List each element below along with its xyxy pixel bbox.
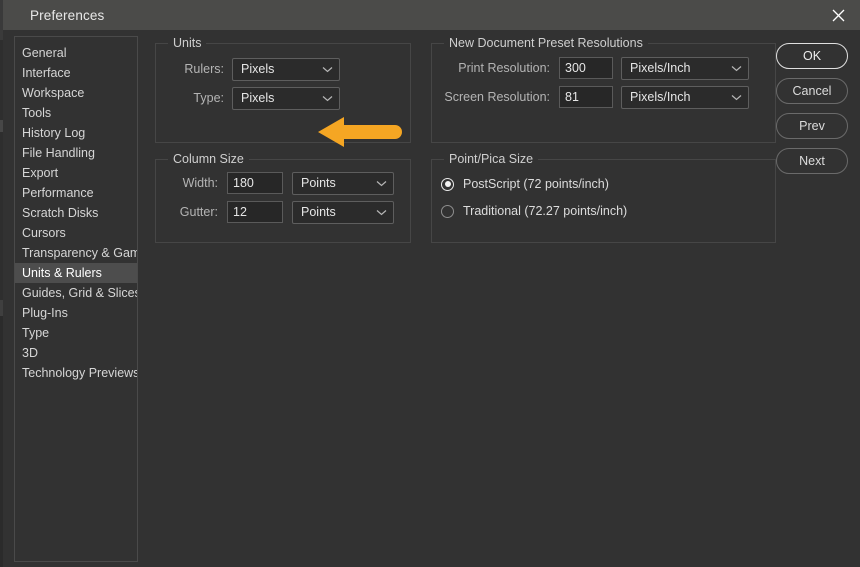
print-resolution-row: Print Resolution: Pixels/Inch [442, 56, 749, 80]
sidebar-item-transparency-gamut[interactable]: Transparency & Gamut [15, 243, 137, 263]
rulers-label: Rulers: [184, 62, 224, 76]
screen-resolution-unit-value: Pixels/Inch [630, 90, 691, 104]
chevron-down-icon [322, 91, 333, 105]
dialog-title: Preferences [30, 7, 105, 23]
column-width-label: Width: [182, 176, 218, 190]
radio-selected-icon [441, 177, 454, 191]
point-pica-size-panel: Point/Pica Size PostScript (72 points/in… [431, 152, 776, 243]
column-width-unit-dropdown[interactable]: Points [292, 171, 394, 195]
sidebar-item-label: Workspace [22, 86, 85, 100]
dialog-body: General Interface Workspace Tools Histor… [3, 30, 860, 567]
column-gutter-unit-dropdown[interactable]: Points [292, 200, 394, 224]
sidebar-item-general[interactable]: General [15, 43, 137, 63]
column-gutter-row: Gutter: Points [164, 200, 394, 224]
print-resolution-unit-value: Pixels/Inch [630, 61, 691, 75]
sidebar-item-label: General [22, 46, 67, 60]
chevron-down-icon [322, 62, 333, 76]
units-panel-legend: Units [168, 36, 207, 50]
column-width-unit-value: Points [301, 176, 336, 190]
sidebar-item-label: Units & Rulers [22, 266, 102, 280]
prev-button[interactable]: Prev [776, 113, 848, 139]
units-panel: Units Rulers: Pixels Type: Pixels [155, 36, 411, 143]
sidebar-item-guides-grid-slices[interactable]: Guides, Grid & Slices [15, 283, 137, 303]
chevron-down-icon [731, 61, 742, 75]
dialog-action-buttons: OK Cancel Prev Next [776, 43, 848, 183]
sidebar-item-label: Tools [22, 106, 52, 120]
sidebar-item-label: Interface [22, 66, 71, 80]
column-width-row: Width: Points [164, 171, 394, 195]
column-gutter-input[interactable] [227, 201, 283, 223]
screen-resolution-row: Screen Resolution: Pixels/Inch [442, 85, 749, 109]
sidebar-item-units-rulers[interactable]: Units & Rulers [15, 263, 137, 283]
sidebar-item-label: Scratch Disks [22, 206, 99, 220]
sidebar-item-type[interactable]: Type [15, 323, 137, 343]
chevron-down-icon [376, 176, 387, 190]
category-list[interactable]: General Interface Workspace Tools Histor… [14, 36, 138, 562]
column-gutter-label: Gutter: [179, 205, 218, 219]
radio-postscript-label: PostScript (72 points/inch) [463, 177, 609, 191]
radio-unselected-icon [441, 204, 454, 218]
sidebar-item-label: Transparency & Gamut [22, 246, 138, 260]
screen-resolution-unit-dropdown[interactable]: Pixels/Inch [621, 85, 749, 109]
radio-postscript[interactable]: PostScript (72 points/inch) [441, 177, 609, 191]
sidebar-item-tools[interactable]: Tools [15, 103, 137, 123]
print-resolution-input[interactable] [559, 57, 613, 79]
sidebar-item-3d[interactable]: 3D [15, 343, 137, 363]
rulers-row: Rulers: Pixels [164, 57, 340, 81]
column-size-panel-legend: Column Size [168, 152, 249, 166]
preset-resolutions-panel: New Document Preset Resolutions Print Re… [431, 36, 776, 143]
sidebar-item-label: Export [22, 166, 59, 180]
type-label: Type: [193, 91, 224, 105]
sidebar-item-file-handling[interactable]: File Handling [15, 143, 137, 163]
sidebar-item-export[interactable]: Export [15, 163, 137, 183]
rulers-unit-value: Pixels [241, 62, 275, 76]
sidebar-item-history-log[interactable]: History Log [15, 123, 137, 143]
sidebar-item-label: Guides, Grid & Slices [22, 286, 138, 300]
type-unit-dropdown[interactable]: Pixels [232, 86, 340, 110]
column-gutter-unit-value: Points [301, 205, 336, 219]
sidebar-item-cursors[interactable]: Cursors [15, 223, 137, 243]
sidebar-item-label: Type [22, 326, 50, 340]
print-resolution-label: Print Resolution: [458, 61, 550, 75]
sidebar-item-label: File Handling [22, 146, 95, 160]
close-button[interactable] [816, 0, 860, 30]
screen-resolution-label: Screen Resolution: [444, 90, 550, 104]
sidebar-item-label: Performance [22, 186, 94, 200]
type-unit-value: Pixels [241, 91, 275, 105]
chevron-down-icon [376, 205, 387, 219]
cancel-button[interactable]: Cancel [776, 78, 848, 104]
sidebar-item-workspace[interactable]: Workspace [15, 83, 137, 103]
sidebar-item-technology-previews[interactable]: Technology Previews [15, 363, 137, 383]
preset-resolutions-panel-legend: New Document Preset Resolutions [444, 36, 648, 50]
ok-button[interactable]: OK [776, 43, 848, 69]
sidebar-item-label: Technology Previews [22, 366, 138, 380]
column-width-input[interactable] [227, 172, 283, 194]
point-pica-size-panel-legend: Point/Pica Size [444, 152, 539, 166]
type-row: Type: Pixels [164, 86, 340, 110]
preferences-dialog: Preferences General Interface Workspace … [3, 0, 860, 567]
next-button[interactable]: Next [776, 148, 848, 174]
sidebar-item-label: History Log [22, 126, 86, 140]
sidebar-item-label: Plug-Ins [22, 306, 68, 320]
sidebar-item-plug-ins[interactable]: Plug-Ins [15, 303, 137, 323]
sidebar-item-label: Cursors [22, 226, 66, 240]
radio-traditional[interactable]: Traditional (72.27 points/inch) [441, 204, 627, 218]
radio-traditional-label: Traditional (72.27 points/inch) [463, 204, 628, 218]
close-icon [832, 9, 845, 22]
chevron-down-icon [731, 90, 742, 104]
print-resolution-unit-dropdown[interactable]: Pixels/Inch [621, 56, 749, 80]
screen-resolution-input[interactable] [559, 86, 613, 108]
sidebar-item-interface[interactable]: Interface [15, 63, 137, 83]
sidebar-item-scratch-disks[interactable]: Scratch Disks [15, 203, 137, 223]
column-size-panel: Column Size Width: Points Gutter: Points [155, 152, 411, 243]
rulers-unit-dropdown[interactable]: Pixels [232, 57, 340, 81]
sidebar-item-label: 3D [22, 346, 38, 360]
sidebar-item-performance[interactable]: Performance [15, 183, 137, 203]
dialog-titlebar: Preferences [3, 0, 860, 30]
